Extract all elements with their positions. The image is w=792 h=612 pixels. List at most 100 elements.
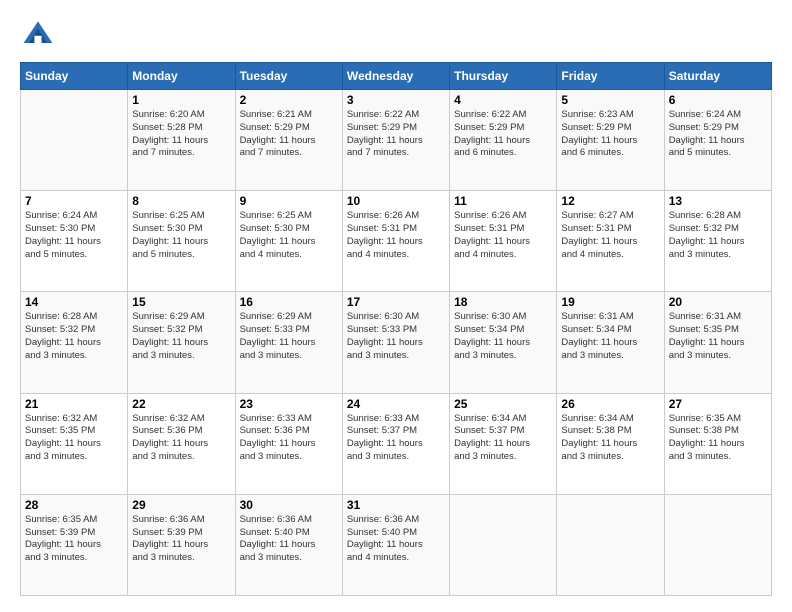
day-number: 3 <box>347 93 445 107</box>
day-number: 27 <box>669 397 767 411</box>
calendar-cell: 9 Sunrise: 6:25 AMSunset: 5:30 PMDaylight… <box>235 191 342 292</box>
calendar-cell: 13 Sunrise: 6:28 AMSunset: 5:32 PMDayligh… <box>664 191 771 292</box>
day-number: 19 <box>561 295 659 309</box>
day-header-thursday: Thursday <box>450 63 557 90</box>
day-number: 10 <box>347 194 445 208</box>
logo-icon <box>20 16 56 52</box>
calendar-week-4: 21 Sunrise: 6:32 AMSunset: 5:35 PMDayligh… <box>21 393 772 494</box>
day-number: 23 <box>240 397 338 411</box>
day-number: 12 <box>561 194 659 208</box>
calendar-cell: 8Sunrise: 6:25 AMSunset: 5:30 PMDaylight… <box>128 191 235 292</box>
day-info: Sunrise: 6:26 AMSunset: 5:31 PMDaylight:… <box>454 210 552 261</box>
calendar: SundayMondayTuesdayWednesdayThursdayFrid… <box>20 62 772 596</box>
calendar-week-2: 7 Sunrise: 6:24 AMSunset: 5:30 PMDaylight… <box>21 191 772 292</box>
day-number: 25 <box>454 397 552 411</box>
day-number: 4 <box>454 93 552 107</box>
day-info: Sunrise: 6:22 AMSunset: 5:29 PMDaylight:… <box>454 109 552 160</box>
calendar-cell: 15Sunrise: 6:29 AMSunset: 5:32 PMDayligh… <box>128 292 235 393</box>
header <box>20 16 772 52</box>
day-info: Sunrise: 6:31 AMSunset: 5:35 PMDaylight:… <box>669 311 767 362</box>
day-info: Sunrise: 6:36 AMSunset: 5:40 PMDaylight:… <box>347 514 445 565</box>
day-info: Sunrise: 6:31 AMSunset: 5:34 PMDaylight:… <box>561 311 659 362</box>
day-number: 9 <box>240 194 338 208</box>
day-number: 24 <box>347 397 445 411</box>
calendar-cell: 25 Sunrise: 6:34 AMSunset: 5:37 PMDayligh… <box>450 393 557 494</box>
day-info: Sunrise: 6:30 AMSunset: 5:34 PMDaylight:… <box>454 311 552 362</box>
calendar-cell: 12 Sunrise: 6:27 AMSunset: 5:31 PMDayligh… <box>557 191 664 292</box>
day-number: 14 <box>25 295 123 309</box>
calendar-cell: 24 Sunrise: 6:33 AMSunset: 5:37 PMDayligh… <box>342 393 449 494</box>
day-info: Sunrise: 6:35 AMSunset: 5:38 PMDaylight:… <box>669 413 767 464</box>
day-info: Sunrise: 6:27 AMSunset: 5:31 PMDaylight:… <box>561 210 659 261</box>
day-number: 5 <box>561 93 659 107</box>
day-info: Sunrise: 6:32 AMSunset: 5:36 PMDaylight:… <box>132 413 230 464</box>
day-info: Sunrise: 6:33 AMSunset: 5:37 PMDaylight:… <box>347 413 445 464</box>
day-info: Sunrise: 6:25 AMSunset: 5:30 PMDaylight:… <box>240 210 338 261</box>
day-header-sunday: Sunday <box>21 63 128 90</box>
day-number: 21 <box>25 397 123 411</box>
calendar-cell <box>21 90 128 191</box>
calendar-cell: 16 Sunrise: 6:29 AMSunset: 5:33 PMDayligh… <box>235 292 342 393</box>
day-number: 20 <box>669 295 767 309</box>
day-info: Sunrise: 6:33 AMSunset: 5:36 PMDaylight:… <box>240 413 338 464</box>
day-info: Sunrise: 6:32 AMSunset: 5:35 PMDaylight:… <box>25 413 123 464</box>
calendar-week-3: 14 Sunrise: 6:28 AMSunset: 5:32 PMDayligh… <box>21 292 772 393</box>
calendar-cell: 4 Sunrise: 6:22 AMSunset: 5:29 PMDaylight… <box>450 90 557 191</box>
calendar-cell: 14 Sunrise: 6:28 AMSunset: 5:32 PMDayligh… <box>21 292 128 393</box>
day-number: 29 <box>132 498 230 512</box>
day-info: Sunrise: 6:24 AMSunset: 5:30 PMDaylight:… <box>25 210 123 261</box>
day-header-saturday: Saturday <box>664 63 771 90</box>
day-info: Sunrise: 6:22 AMSunset: 5:29 PMDaylight:… <box>347 109 445 160</box>
calendar-cell: 10Sunrise: 6:26 AMSunset: 5:31 PMDayligh… <box>342 191 449 292</box>
calendar-cell: 22Sunrise: 6:32 AMSunset: 5:36 PMDayligh… <box>128 393 235 494</box>
day-number: 1 <box>132 93 230 107</box>
day-info: Sunrise: 6:29 AMSunset: 5:33 PMDaylight:… <box>240 311 338 362</box>
calendar-cell: 26 Sunrise: 6:34 AMSunset: 5:38 PMDayligh… <box>557 393 664 494</box>
calendar-cell <box>450 494 557 595</box>
calendar-cell: 20 Sunrise: 6:31 AMSunset: 5:35 PMDayligh… <box>664 292 771 393</box>
calendar-cell: 6 Sunrise: 6:24 AMSunset: 5:29 PMDaylight… <box>664 90 771 191</box>
day-info: Sunrise: 6:30 AMSunset: 5:33 PMDaylight:… <box>347 311 445 362</box>
calendar-cell: 1 Sunrise: 6:20 AMSunset: 5:28 PMDaylight… <box>128 90 235 191</box>
day-header-wednesday: Wednesday <box>342 63 449 90</box>
calendar-cell: 17 Sunrise: 6:30 AMSunset: 5:33 PMDayligh… <box>342 292 449 393</box>
calendar-cell <box>664 494 771 595</box>
calendar-cell: 31 Sunrise: 6:36 AMSunset: 5:40 PMDayligh… <box>342 494 449 595</box>
calendar-cell: 18 Sunrise: 6:30 AMSunset: 5:34 PMDayligh… <box>450 292 557 393</box>
day-number: 15 <box>132 295 230 309</box>
calendar-cell: 7 Sunrise: 6:24 AMSunset: 5:30 PMDaylight… <box>21 191 128 292</box>
calendar-header-row: SundayMondayTuesdayWednesdayThursdayFrid… <box>21 63 772 90</box>
logo <box>20 16 60 52</box>
day-info: Sunrise: 6:20 AMSunset: 5:28 PMDaylight:… <box>132 109 230 160</box>
day-number: 6 <box>669 93 767 107</box>
day-info: Sunrise: 6:28 AMSunset: 5:32 PMDaylight:… <box>669 210 767 261</box>
calendar-week-5: 28Sunrise: 6:35 AMSunset: 5:39 PMDayligh… <box>21 494 772 595</box>
calendar-cell: 30Sunrise: 6:36 AMSunset: 5:40 PMDayligh… <box>235 494 342 595</box>
calendar-cell: 28Sunrise: 6:35 AMSunset: 5:39 PMDayligh… <box>21 494 128 595</box>
day-number: 18 <box>454 295 552 309</box>
day-number: 11 <box>454 194 552 208</box>
day-number: 26 <box>561 397 659 411</box>
day-number: 7 <box>25 194 123 208</box>
day-header-friday: Friday <box>557 63 664 90</box>
calendar-week-1: 1 Sunrise: 6:20 AMSunset: 5:28 PMDaylight… <box>21 90 772 191</box>
day-header-tuesday: Tuesday <box>235 63 342 90</box>
day-info: Sunrise: 6:21 AMSunset: 5:29 PMDaylight:… <box>240 109 338 160</box>
day-info: Sunrise: 6:36 AMSunset: 5:40 PMDaylight:… <box>240 514 338 565</box>
calendar-cell: 21 Sunrise: 6:32 AMSunset: 5:35 PMDayligh… <box>21 393 128 494</box>
calendar-cell: 19 Sunrise: 6:31 AMSunset: 5:34 PMDayligh… <box>557 292 664 393</box>
calendar-cell: 2Sunrise: 6:21 AMSunset: 5:29 PMDaylight… <box>235 90 342 191</box>
day-info: Sunrise: 6:25 AMSunset: 5:30 PMDaylight:… <box>132 210 230 261</box>
day-info: Sunrise: 6:24 AMSunset: 5:29 PMDaylight:… <box>669 109 767 160</box>
day-number: 31 <box>347 498 445 512</box>
day-number: 17 <box>347 295 445 309</box>
day-header-monday: Monday <box>128 63 235 90</box>
day-info: Sunrise: 6:28 AMSunset: 5:32 PMDaylight:… <box>25 311 123 362</box>
calendar-cell <box>557 494 664 595</box>
calendar-cell: 5Sunrise: 6:23 AMSunset: 5:29 PMDaylight… <box>557 90 664 191</box>
day-number: 13 <box>669 194 767 208</box>
day-info: Sunrise: 6:34 AMSunset: 5:37 PMDaylight:… <box>454 413 552 464</box>
day-info: Sunrise: 6:34 AMSunset: 5:38 PMDaylight:… <box>561 413 659 464</box>
day-info: Sunrise: 6:35 AMSunset: 5:39 PMDaylight:… <box>25 514 123 565</box>
day-number: 16 <box>240 295 338 309</box>
